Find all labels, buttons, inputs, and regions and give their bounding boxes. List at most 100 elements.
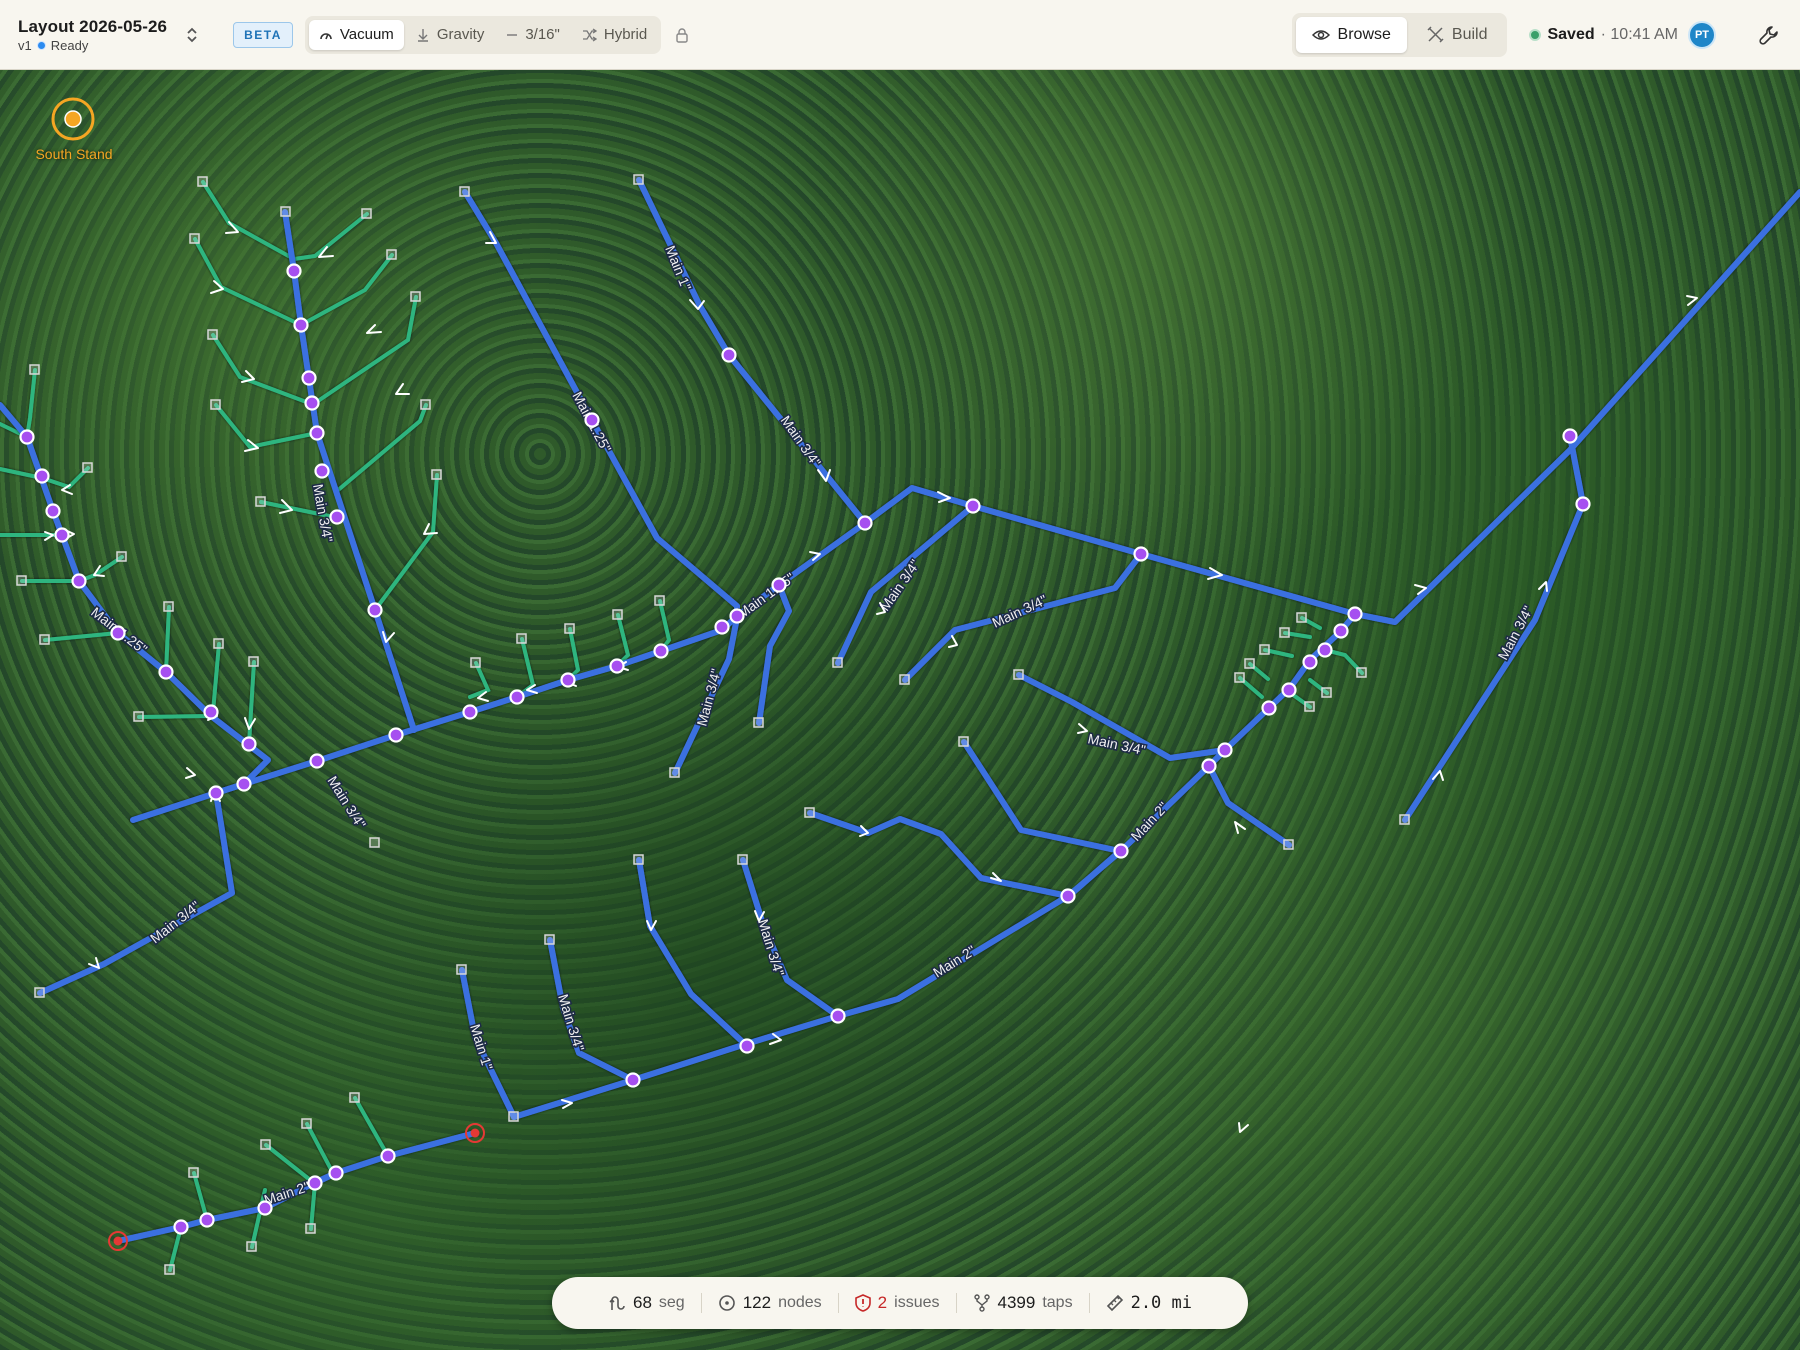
end-point	[1356, 667, 1367, 678]
chevron-updown-icon[interactable]	[181, 21, 203, 49]
mode-gravity-button[interactable]: Gravity	[406, 20, 495, 50]
taps-branch-icon	[973, 1294, 990, 1312]
flow-arrow	[1077, 723, 1088, 734]
end-point	[164, 1264, 175, 1275]
wrench-icon[interactable]	[1756, 22, 1782, 48]
warning-marker-core	[113, 1236, 123, 1246]
avatar[interactable]: PT	[1688, 20, 1716, 49]
junction-node	[257, 1200, 273, 1216]
issue-unit: issues	[894, 1294, 940, 1311]
end-point	[420, 399, 431, 410]
stand-label[interactable]: South Stand	[20, 146, 128, 162]
issue-count[interactable]: 2 issues	[837, 1293, 956, 1313]
lateral-line	[214, 403, 319, 450]
stand-marker[interactable]	[51, 97, 95, 141]
main-line	[282, 209, 417, 733]
layout-title: Layout 2026-05-26	[18, 16, 168, 36]
map-canvas[interactable]: Main 1.25" Main 1" Main 3/4" Main 3/4" M…	[0, 70, 1800, 1350]
mode-hybrid-button[interactable]: Hybrid	[572, 20, 657, 50]
junction-node	[293, 317, 309, 333]
browse-button[interactable]: Browse	[1295, 16, 1407, 53]
junction-node	[965, 498, 981, 514]
junction-node	[1113, 843, 1129, 859]
view-mode-group: Browse Build	[1291, 12, 1508, 57]
tap-unit: taps	[1042, 1294, 1073, 1311]
flow-arrow	[1686, 295, 1698, 306]
junction-node	[1333, 623, 1349, 639]
end-point	[82, 462, 93, 473]
end-point	[1013, 669, 1024, 680]
mode-vacuum-button[interactable]: Vacuum	[308, 19, 404, 50]
build-button[interactable]: Build	[1411, 17, 1504, 53]
end-point	[633, 854, 644, 865]
end-point	[410, 291, 421, 302]
lock-icon[interactable]	[671, 24, 693, 46]
end-point	[116, 551, 127, 562]
junction-node	[1575, 496, 1591, 512]
main-line	[37, 790, 235, 996]
end-point	[544, 934, 555, 945]
junction-node	[729, 608, 745, 624]
main-lines	[0, 177, 1800, 1244]
line-label: Main 1"	[467, 1022, 496, 1072]
junction-node	[584, 412, 600, 428]
flow-arrow	[366, 324, 382, 334]
junction-node	[309, 753, 325, 769]
mode-label: Vacuum	[339, 26, 394, 43]
junction-node	[34, 468, 50, 484]
end-point	[16, 575, 27, 586]
end-point	[633, 174, 644, 185]
status-label: Ready	[50, 37, 89, 53]
junction-node	[653, 643, 669, 659]
junction-node	[1060, 888, 1076, 904]
junction-node	[721, 347, 737, 363]
lateral-line	[25, 368, 37, 439]
lateral-line	[247, 660, 256, 746]
tap-value: 4399	[997, 1293, 1036, 1312]
tubing-network[interactable]: Main 1.25" Main 1" Main 3/4" Main 3/4" M…	[0, 70, 1800, 1350]
shield-alert-icon	[854, 1294, 871, 1312]
end-point	[516, 633, 527, 644]
lateral-line	[305, 1122, 336, 1177]
line-label: Main 3/4"	[1086, 730, 1147, 758]
junction-node	[304, 395, 320, 411]
junction-node	[173, 1219, 189, 1235]
lateral-line	[299, 253, 394, 327]
flow-arrows	[44, 221, 1698, 1133]
junction-node	[560, 672, 576, 688]
eye-icon	[1311, 29, 1330, 40]
junction-node	[19, 429, 35, 445]
junction-node	[309, 425, 325, 441]
junction-node	[1201, 758, 1217, 774]
junction-node	[314, 463, 330, 479]
end-point	[386, 249, 397, 260]
junction-node	[329, 509, 345, 525]
flow-arrow	[395, 383, 410, 395]
junction-node	[1317, 642, 1333, 658]
end-point	[1234, 672, 1245, 683]
junction-node	[367, 602, 383, 618]
layout-status-row: v1 Ready	[18, 38, 167, 53]
end-point	[669, 767, 680, 778]
segment-count: 68 seg	[592, 1293, 701, 1313]
main-line	[1206, 763, 1292, 848]
flow-arrow	[1234, 821, 1246, 834]
layout-selector[interactable]: Layout 2026-05-26 v1 Ready	[18, 17, 167, 53]
line-label: Main 3/4"	[693, 667, 724, 728]
end-point	[29, 364, 40, 375]
line-label: Main 3/4"	[555, 992, 587, 1053]
top-toolbar: Layout 2026-05-26 v1 Ready BETA Vacuum G…	[0, 0, 1800, 70]
mode-tubing-3-16-button[interactable]: 3/16"	[496, 20, 570, 50]
junction-node	[203, 704, 219, 720]
main-line	[807, 810, 1071, 899]
end-point	[189, 233, 200, 244]
junction-node	[301, 370, 317, 386]
node-icon	[718, 1295, 735, 1311]
distance-value: 2.0 mi	[1130, 1293, 1192, 1313]
end-point	[737, 854, 748, 865]
lateral-lines	[0, 180, 1364, 1272]
version-label: v1	[18, 37, 32, 53]
junction-node	[158, 664, 174, 680]
junction-node	[71, 573, 87, 589]
line-label: Main 3/4"	[990, 591, 1050, 630]
